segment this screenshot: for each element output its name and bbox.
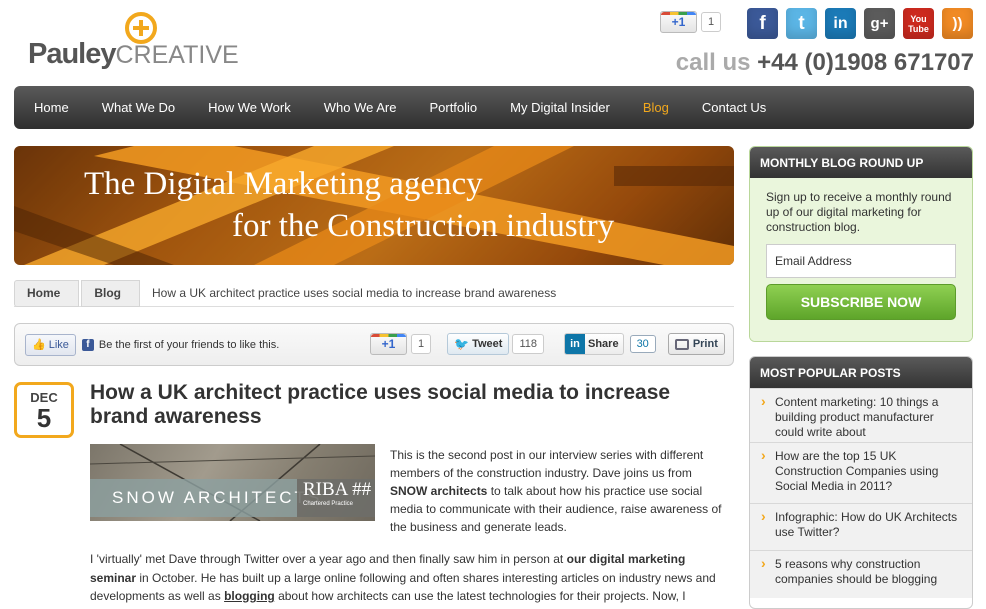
- post-title[interactable]: How a UK architect practice uses social …: [90, 381, 730, 429]
- main-nav: Home What We Do How We Work Who We Are P…: [14, 86, 974, 129]
- image-riba-block: RIBA ## Chartered Practice: [297, 479, 375, 517]
- tweet-button[interactable]: 🐦 Tweet: [447, 333, 510, 355]
- breadcrumb-blog[interactable]: Blog: [81, 279, 141, 307]
- nav-how-we-work[interactable]: How We Work: [208, 100, 291, 115]
- snow-architects-image: SNOW ARCHITECTS RIBA ## Chartered Practi…: [90, 444, 375, 521]
- subscribe-button[interactable]: SUBSCRIBE NOW: [766, 284, 956, 320]
- twitter-icon[interactable]: t: [786, 8, 817, 39]
- phone-number: call us +44 (0)1908 671707: [676, 49, 974, 77]
- nav-portfolio[interactable]: Portfolio: [429, 100, 477, 115]
- share-buttons: +1 1 🐦 Tweet 118 in Share 30 Print: [370, 333, 725, 355]
- printer-icon: [674, 338, 689, 350]
- popular-posts-title: MOST POPULAR POSTS: [750, 357, 972, 388]
- breadcrumb-home[interactable]: Home: [14, 279, 80, 307]
- linkedin-small-icon: in: [564, 334, 585, 354]
- blogging-link[interactable]: blogging: [224, 589, 275, 603]
- google-plus-icon[interactable]: g+: [864, 8, 895, 39]
- facebook-like-button[interactable]: 👍 Like: [25, 333, 76, 356]
- post-body: I 'virtually' met Dave through Twitter o…: [90, 552, 716, 603]
- post-date-day: 5: [36, 403, 52, 433]
- nav-my-digital-insider[interactable]: My Digital Insider: [510, 100, 610, 115]
- linkedin-share-button[interactable]: in Share: [563, 333, 624, 355]
- logo-sub-text: CREATIVE: [115, 41, 239, 69]
- newsletter-title: MONTHLY BLOG ROUND UP: [750, 147, 972, 178]
- breadcrumb: Home Blog How a UK architect practice us…: [14, 279, 734, 307]
- social-icons: f t in g+ You Tube )): [747, 8, 973, 39]
- share-gplus-count: 1: [411, 334, 432, 354]
- newsletter-widget: MONTHLY BLOG ROUND UP Sign up to receive…: [749, 146, 973, 342]
- snow-architects-link[interactable]: SNOW architects: [390, 484, 487, 498]
- print-label: Print: [692, 338, 718, 350]
- header-gplus-widget: +1 1: [660, 10, 722, 34]
- email-field[interactable]: [766, 244, 956, 278]
- header-gplus-button[interactable]: +1: [660, 11, 697, 33]
- hero-banner: The Digital Marketing agency for the Con…: [14, 146, 734, 265]
- youtube-icon[interactable]: You Tube: [903, 8, 934, 39]
- image-riba-text: RIBA ##: [303, 479, 372, 500]
- tweet-label: Tweet: [472, 338, 503, 350]
- popular-post-item[interactable]: Infographic: How do UK Architects use Tw…: [750, 503, 972, 550]
- twitter-bird-icon: 🐦: [454, 337, 470, 351]
- linkedin-share-label: Share: [587, 338, 619, 350]
- nav-home[interactable]: Home: [34, 100, 69, 115]
- call-us-label: call us: [675, 49, 751, 76]
- linkedin-count: 30: [629, 335, 656, 353]
- popular-post-item[interactable]: How are the top 15 UK Construction Compa…: [750, 442, 972, 503]
- popular-post-item[interactable]: Content marketing: 10 things a building …: [750, 388, 972, 442]
- nav-blog[interactable]: Blog: [643, 100, 669, 115]
- print-button[interactable]: Print: [667, 333, 725, 355]
- nav-who-we-are[interactable]: Who We Are: [324, 100, 397, 115]
- banner-girders-graphic: [14, 146, 734, 265]
- header-gplus-count: 1: [701, 12, 722, 32]
- breadcrumb-current: How a UK architect practice uses social …: [152, 286, 557, 300]
- facebook-like-text: Be the first of your friends to like thi…: [98, 338, 280, 351]
- thumbs-up-icon: 👍: [32, 339, 46, 351]
- share-bar: 👍 Like f Be the first of your friends to…: [14, 323, 734, 366]
- like-label: Like: [48, 338, 69, 351]
- popular-post-item[interactable]: 5 reasons why construction companies sho…: [750, 550, 972, 598]
- banner-headline-1: The Digital Marketing agency: [84, 166, 483, 202]
- nav-what-we-do[interactable]: What We Do: [102, 100, 175, 115]
- post-intro: This is the second post in our interview…: [390, 448, 722, 534]
- image-snow-text: SNOW ARCHITECTS: [90, 479, 319, 517]
- image-riba-subtext: Chartered Practice: [303, 501, 354, 507]
- logo-main-text: Pauley: [28, 38, 116, 70]
- linkedin-icon[interactable]: in: [825, 8, 856, 39]
- tweet-count: 118: [512, 334, 544, 354]
- nav-contact-us[interactable]: Contact Us: [702, 100, 766, 115]
- facebook-icon[interactable]: f: [747, 8, 778, 39]
- share-gplus-button[interactable]: +1: [370, 333, 407, 355]
- newsletter-text: Sign up to receive a monthly round up of…: [766, 190, 952, 234]
- banner-headline-2: for the Construction industry: [232, 208, 615, 244]
- pauley-creative-logo[interactable]: PauleyCREATIVE: [28, 12, 239, 72]
- phone-value: +44 (0)1908 671707: [757, 49, 974, 76]
- facebook-small-icon: f: [81, 338, 94, 351]
- rss-icon[interactable]: )): [942, 8, 973, 39]
- popular-posts-widget: MOST POPULAR POSTS Content marketing: 10…: [749, 356, 973, 609]
- post-date: DEC 5: [14, 382, 74, 438]
